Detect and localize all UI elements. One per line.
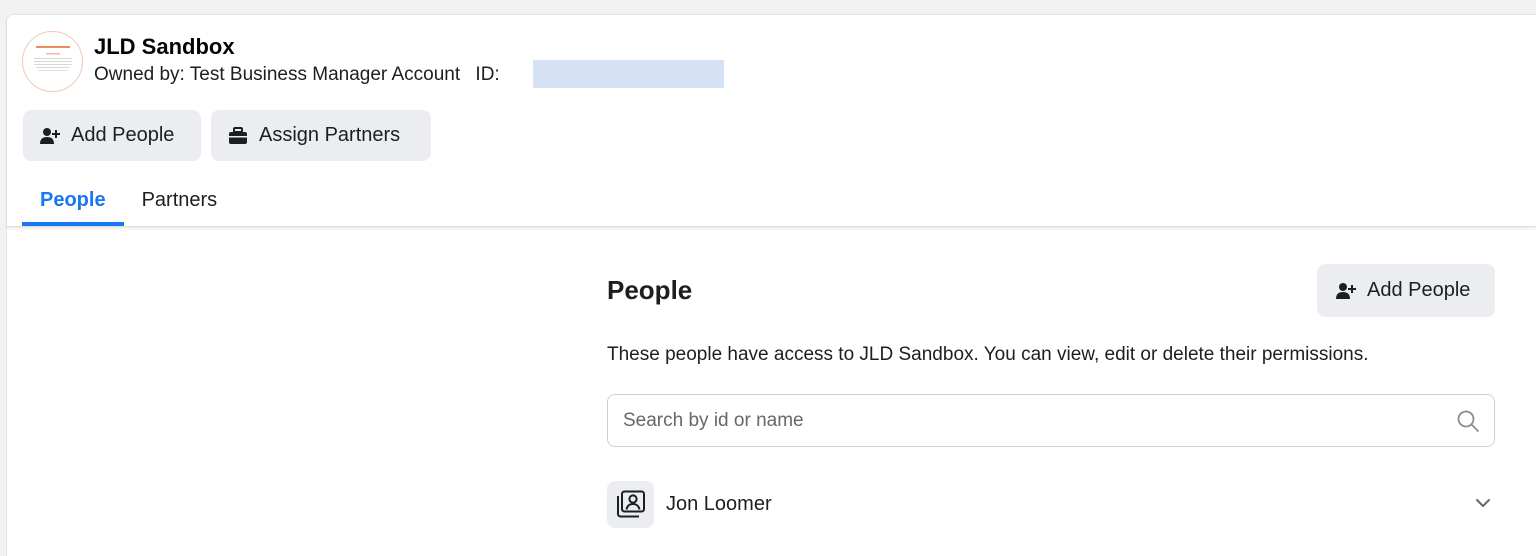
page-frame: JLD Sandbox Owned by: Test Business Mana… [6, 14, 1536, 556]
tab-people[interactable]: People [22, 175, 124, 226]
add-person-icon [1335, 280, 1357, 302]
id-redaction [533, 60, 724, 88]
account-title: JLD Sandbox [94, 34, 235, 59]
list-item[interactable]: Jon Loomer [607, 477, 1495, 531]
assign-partners-button[interactable]: Assign Partners [211, 110, 431, 161]
add-people-main-button[interactable]: Add People [1317, 264, 1495, 317]
person-card-icon [607, 480, 654, 528]
account-header: JLD Sandbox Owned by: Test Business Mana… [7, 15, 1536, 227]
tab-bar: People Partners [22, 175, 235, 226]
add-person-icon [39, 125, 61, 147]
owner-name: Test Business Manager Account [189, 64, 461, 85]
briefcase-icon [227, 125, 249, 147]
id-label: ID: [475, 64, 500, 85]
search-input[interactable] [608, 395, 1428, 446]
add-people-label: Add People [71, 124, 175, 146]
page-profile-image-icon [34, 46, 72, 71]
assign-partners-label: Assign Partners [259, 124, 401, 146]
tab-partners[interactable]: Partners [124, 175, 236, 226]
person-name: Jon Loomer [666, 492, 772, 515]
add-people-main-label: Add People [1367, 279, 1471, 301]
add-people-button[interactable]: Add People [23, 110, 201, 161]
account-avatar [22, 31, 83, 92]
owner-line: Owned by: Test Business Manager Account … [94, 64, 500, 86]
section-description: These people have access to JLD Sandbox.… [607, 344, 1369, 365]
owned-by-label: Owned by: [94, 64, 185, 85]
search-icon[interactable] [1456, 409, 1480, 433]
section-title: People [607, 275, 693, 305]
search-box [607, 394, 1495, 447]
chevron-down-icon[interactable] [1473, 493, 1493, 513]
